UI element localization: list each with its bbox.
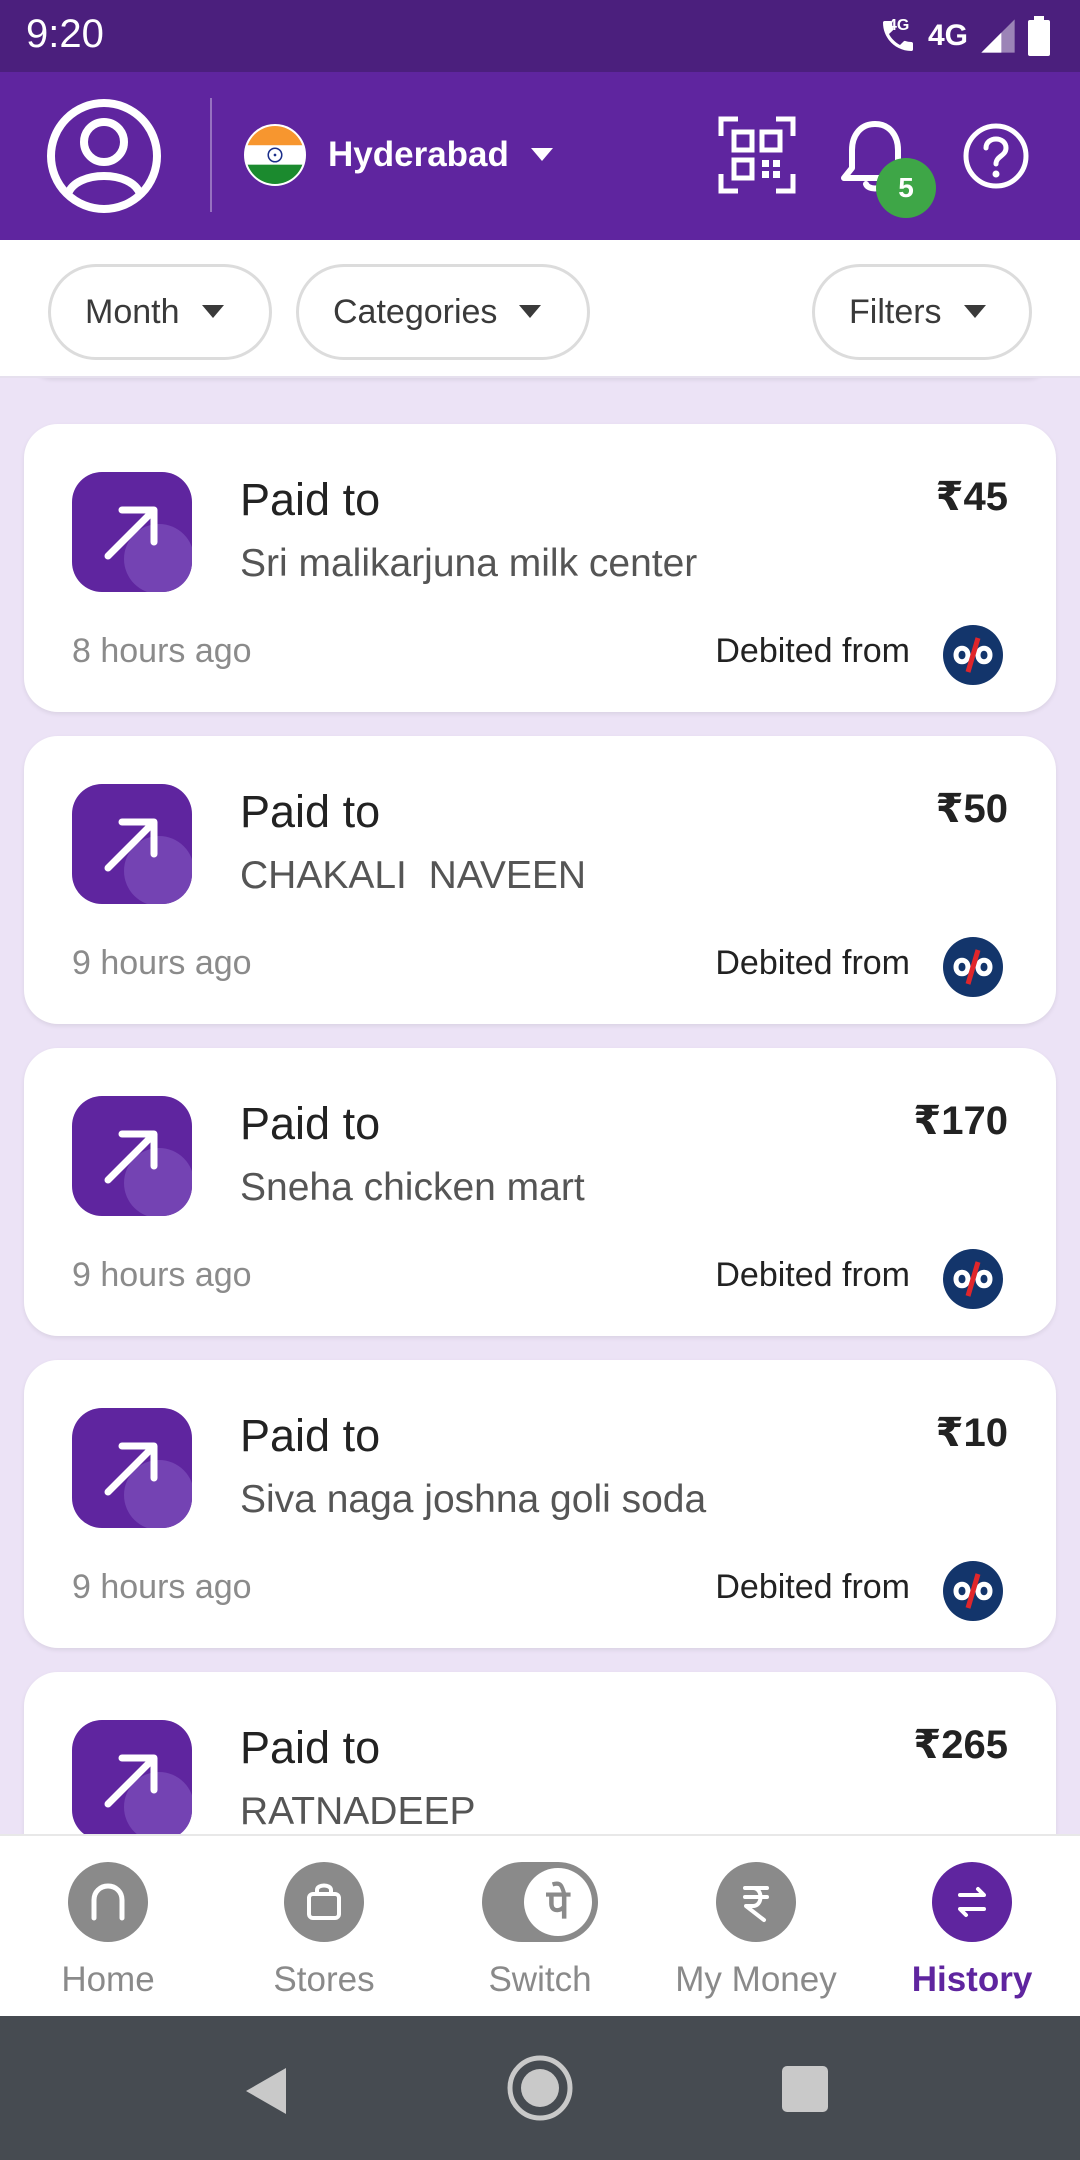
- month-filter-label: Month: [85, 292, 180, 331]
- transaction-amount: ₹45: [935, 475, 1008, 519]
- profile-avatar-icon[interactable]: [46, 98, 162, 214]
- transaction-type: Paid to: [240, 786, 381, 837]
- categories-filter-chip[interactable]: Categories: [296, 264, 590, 360]
- nav-my-money[interactable]: My Money: [656, 1862, 856, 2000]
- transaction-time: 9 hours ago: [72, 944, 252, 982]
- bank-logo-icon: [943, 937, 1003, 997]
- status-time: 9:20: [26, 12, 104, 56]
- transaction-card[interactable]: Paid to RATNADEEP ₹265: [24, 1672, 1056, 1834]
- nav-stores[interactable]: Stores: [224, 1862, 424, 2000]
- filter-bar: Month Categories Filters: [0, 240, 1080, 378]
- chevron-down-icon: [530, 148, 553, 161]
- transaction-time: 8 hours ago: [72, 632, 252, 670]
- transaction-payee: Sneha chicken mart: [240, 1166, 585, 1209]
- chevron-down-icon: [963, 305, 986, 318]
- nav-history[interactable]: History: [872, 1862, 1072, 2000]
- paid-arrow-icon: [72, 1408, 192, 1528]
- transaction-time: 9 hours ago: [72, 1256, 252, 1294]
- qr-scan-icon[interactable]: [718, 116, 796, 194]
- system-nav-bar: [0, 2016, 1080, 2160]
- bank-logo-icon: [943, 625, 1003, 685]
- nav-home-label: Home: [61, 1960, 155, 1999]
- transaction-time: 9 hours ago: [72, 1568, 252, 1606]
- debited-from-label: Debited from: [715, 1568, 910, 1606]
- nav-switch-label: Switch: [488, 1960, 592, 1999]
- transaction-amount: ₹50: [935, 787, 1008, 831]
- transaction-card[interactable]: Paid to CHAKALI NAVEEN ₹50 9 hours ago D…: [24, 736, 1056, 1024]
- battery-icon: [1028, 16, 1050, 56]
- recent-apps-icon[interactable]: [782, 2066, 828, 2112]
- transaction-amount: ₹10: [935, 1411, 1008, 1455]
- month-filter-chip[interactable]: Month: [48, 264, 272, 360]
- nav-stores-label: Stores: [273, 1960, 375, 1999]
- rupee-icon: [716, 1862, 796, 1942]
- paid-arrow-icon: [72, 784, 192, 904]
- paid-arrow-icon: [72, 472, 192, 592]
- transaction-payee: CHAKALI NAVEEN: [240, 854, 587, 897]
- debited-from-label: Debited from: [715, 1256, 910, 1294]
- paid-arrow-icon: [72, 1096, 192, 1216]
- transaction-card[interactable]: Paid to Sri malikarjuna milk center ₹45 …: [24, 424, 1056, 712]
- bank-logo-icon: [943, 1249, 1003, 1309]
- transaction-card[interactable]: Paid to Sneha chicken mart ₹170 9 hours …: [24, 1048, 1056, 1336]
- status-bar: 9:20 4G 4G: [0, 0, 1080, 72]
- network-type: 4G 4G: [888, 17, 968, 53]
- home-circle-icon[interactable]: [506, 2054, 574, 2122]
- app-header: Hyderabad 5: [0, 72, 1080, 240]
- city-selector[interactable]: Hyderabad: [244, 122, 553, 188]
- filters-chip[interactable]: Filters: [812, 264, 1032, 360]
- transaction-amount: ₹265: [913, 1723, 1008, 1767]
- transaction-type: Paid to: [240, 1722, 381, 1773]
- transaction-payee: Sri malikarjuna milk center: [240, 542, 698, 585]
- switch-glyph: पे: [524, 1868, 592, 1936]
- transaction-amount: ₹170: [913, 1099, 1008, 1143]
- notification-badge: 5: [876, 158, 936, 218]
- nav-history-label: History: [911, 1960, 1033, 1999]
- nav-my-money-label: My Money: [675, 1960, 837, 1999]
- bag-icon: [284, 1862, 364, 1942]
- transaction-card[interactable]: Paid to Siva naga joshna goli soda ₹10 9…: [24, 1360, 1056, 1648]
- filters-label: Filters: [849, 292, 942, 331]
- transaction-type: Paid to: [240, 1098, 381, 1149]
- paid-arrow-icon: [72, 1720, 192, 1834]
- signal-icon: [981, 19, 1015, 53]
- chevron-down-icon: [519, 305, 542, 318]
- city-name: Hyderabad: [328, 135, 509, 174]
- transaction-list[interactable]: Paid to Sri malikarjuna milk center ₹45 …: [0, 378, 1080, 1834]
- bank-logo-icon: [943, 1561, 1003, 1621]
- transaction-type: Paid to: [240, 474, 381, 525]
- debited-from-label: Debited from: [715, 632, 910, 670]
- transaction-payee: Siva naga joshna goli soda: [240, 1478, 707, 1521]
- help-icon[interactable]: [962, 122, 1030, 190]
- back-icon[interactable]: [244, 2066, 290, 2116]
- chevron-down-icon: [201, 305, 224, 318]
- header-divider: [210, 98, 212, 212]
- network-type-small: 4G: [887, 17, 910, 34]
- network-type-label: 4G: [927, 19, 968, 52]
- swap-arrows-icon: [932, 1862, 1012, 1942]
- categories-filter-label: Categories: [333, 292, 498, 331]
- status-icons: 4G 4G: [878, 12, 1050, 60]
- bottom-nav: Home Stores पे Switch My Money History: [0, 1834, 1080, 2016]
- nav-home[interactable]: Home: [8, 1862, 208, 2000]
- transaction-type: Paid to: [240, 1410, 381, 1461]
- transaction-payee: RATNADEEP: [240, 1790, 476, 1833]
- home-icon: [68, 1862, 148, 1942]
- nav-switch[interactable]: पे Switch: [440, 1862, 640, 2000]
- india-flag-icon: [244, 124, 306, 186]
- switch-toggle-icon: पे: [482, 1862, 598, 1942]
- debited-from-label: Debited from: [715, 944, 910, 982]
